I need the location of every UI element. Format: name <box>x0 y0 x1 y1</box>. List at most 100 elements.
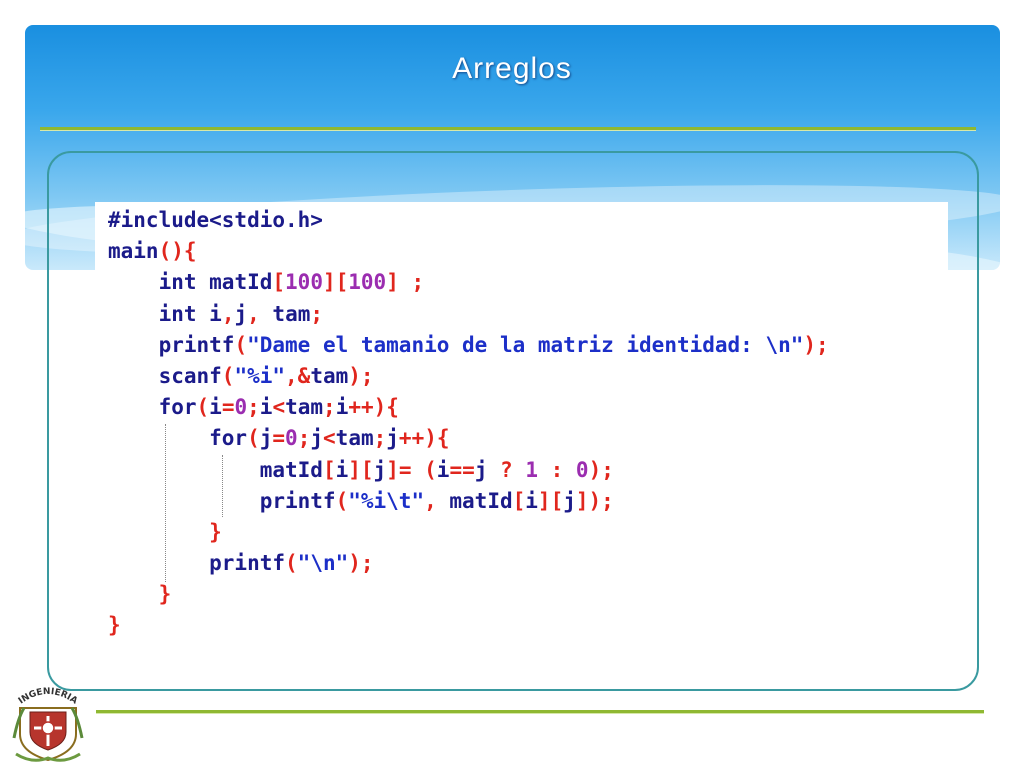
code-token: j <box>310 426 324 451</box>
code-token: matId <box>209 270 273 295</box>
code-token: j <box>474 457 501 482</box>
code-token: [ <box>272 270 286 295</box>
code-token: tam <box>310 363 349 388</box>
code-token: 0 <box>234 395 248 420</box>
code-token: for <box>108 426 248 451</box>
code-line: main(){ <box>108 236 829 267</box>
code-token: = <box>221 395 235 420</box>
code-token: tam <box>272 301 311 326</box>
code-token: ( <box>221 363 235 388</box>
code-line: printf("\n"); <box>108 548 829 579</box>
code-token: ; <box>247 395 260 420</box>
code-token: i <box>209 395 222 420</box>
code-token: i <box>525 488 538 513</box>
code-token: i <box>335 395 349 420</box>
code-token: ); <box>348 551 374 576</box>
code-token: ,& <box>285 363 311 388</box>
code-token: ; <box>323 395 336 420</box>
code-token: i <box>209 301 222 326</box>
code-line: } <box>108 579 829 610</box>
code-token: < <box>272 395 286 420</box>
code-line: matId[i][j]= (i==j ? 1 : 0); <box>108 455 829 486</box>
code-line: for(j=0;j<tam;j++){ <box>108 423 829 454</box>
logo-text: INGENIERIA <box>17 687 79 707</box>
code-token: ); <box>348 363 374 388</box>
footer-divider <box>96 710 984 713</box>
code-token: ]= ( <box>386 457 437 482</box>
code-token: [ <box>322 457 336 482</box>
code-token: 0 <box>285 426 298 451</box>
faculty-crest-icon: INGENIERIA <box>12 687 84 762</box>
code-token: 0 <box>575 457 589 482</box>
code-token: printf <box>108 332 235 357</box>
code-token: for <box>108 395 197 420</box>
code-block: #include<stdio.h> main(){ int matId[100][… <box>108 205 829 642</box>
code-line: } <box>108 517 829 548</box>
code-token: scanf <box>108 363 222 388</box>
code-line: #include<stdio.h> <box>108 205 829 236</box>
code-token: ; <box>310 301 324 326</box>
code-token: ; <box>373 426 387 451</box>
code-token: ); <box>803 332 829 357</box>
code-token: ][ <box>348 457 374 482</box>
slide-title: Arreglos <box>452 52 572 85</box>
code-token: (){ <box>158 239 197 264</box>
code-token: ; <box>297 426 311 451</box>
code-token: ++){ <box>348 395 399 420</box>
code-token: #include<stdio.h> <box>108 208 323 232</box>
code-token: matId <box>108 457 323 482</box>
code-token: i <box>259 395 273 420</box>
code-token: } <box>108 582 172 607</box>
code-token: printf <box>108 551 286 576</box>
code-token: ]); <box>575 488 614 513</box>
code-line: int i,j, tam; <box>108 299 829 330</box>
code-token: "%i" <box>234 363 286 388</box>
code-line: scanf("%i",&tam); <box>108 361 829 392</box>
code-token: tam <box>285 395 324 420</box>
title-divider <box>40 127 976 130</box>
code-token: "Dame el tamanio de la matriz identidad:… <box>247 332 804 357</box>
code-token: tam <box>335 426 374 451</box>
code-token: , <box>247 301 273 326</box>
code-token: = <box>272 426 286 451</box>
code-token: j <box>373 457 387 482</box>
code-line: for(i=0;i<tam;i++){ <box>108 392 829 423</box>
code-token: 100 <box>348 270 387 295</box>
code-token: ] ; <box>386 270 425 295</box>
code-token: j <box>234 301 248 326</box>
code-token: printf <box>108 488 336 513</box>
code-token: == <box>449 457 475 482</box>
code-token: ][ <box>322 270 349 295</box>
code-token: , <box>221 301 235 326</box>
code-token: i <box>335 457 349 482</box>
code-token: j <box>563 488 576 513</box>
code-token: 100 <box>285 270 323 295</box>
code-token: i <box>436 457 450 482</box>
code-token: ( <box>285 551 298 576</box>
code-token: int <box>108 270 210 295</box>
code-token: ( <box>196 395 210 420</box>
code-token: : <box>537 457 576 482</box>
code-token: , <box>424 488 450 513</box>
code-token: ][ <box>537 488 564 513</box>
code-token: ? <box>500 457 526 482</box>
code-token: } <box>108 519 222 544</box>
code-token: matId <box>449 488 513 513</box>
code-token: ( <box>234 332 248 357</box>
code-token: [ <box>512 488 526 513</box>
code-token: int <box>108 301 210 326</box>
code-token: ( <box>247 426 260 451</box>
code-token: main <box>108 239 159 264</box>
code-line: } <box>108 610 829 641</box>
code-line: printf("Dame el tamanio de la matriz ide… <box>108 330 829 361</box>
code-token: j <box>386 426 399 451</box>
code-line: printf("%i\t", matId[i][j]); <box>108 486 829 517</box>
code-token: } <box>108 613 121 638</box>
code-line: int matId[100][100] ; <box>108 267 829 298</box>
code-token: ( <box>335 488 349 513</box>
code-token: "\n" <box>297 551 349 576</box>
code-token: "%i\t" <box>348 488 425 513</box>
code-token: < <box>323 426 336 451</box>
code-token: ++){ <box>398 426 450 451</box>
code-token: ); <box>588 457 614 482</box>
